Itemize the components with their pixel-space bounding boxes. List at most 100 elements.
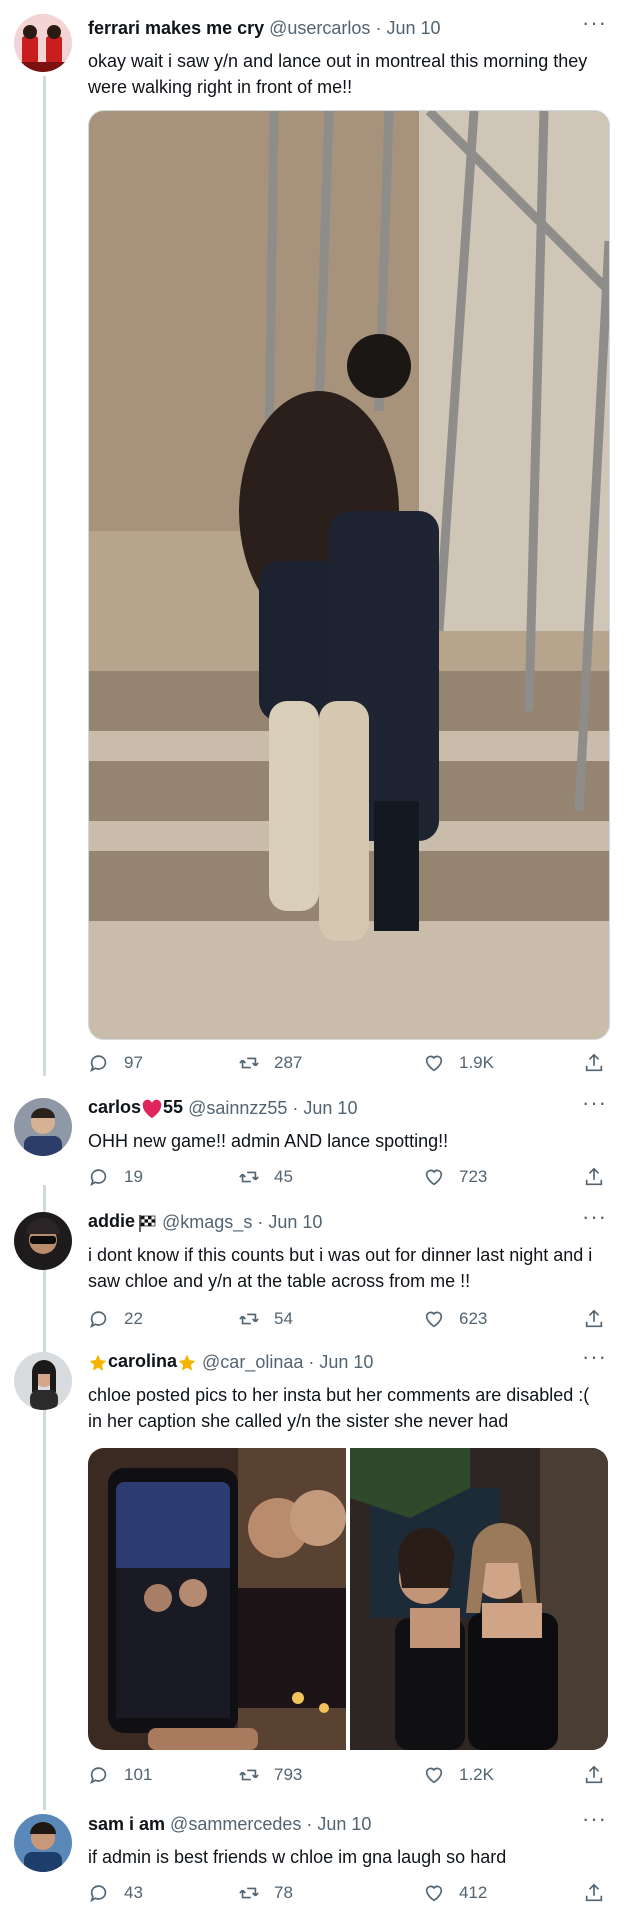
avatar[interactable] <box>14 1212 72 1270</box>
more-options-icon[interactable]: ··· <box>582 1204 607 1230</box>
display-name[interactable]: carlos 55 <box>88 1097 183 1118</box>
tweet-text: chloe posted pics to her insta but her c… <box>88 1385 590 1431</box>
retweet-button[interactable]: 45 <box>238 1166 293 1188</box>
tweet-actions: 43 78 412 <box>88 1882 608 1912</box>
reply-button[interactable]: 101 <box>88 1764 152 1786</box>
avatar[interactable] <box>14 1814 72 1872</box>
tweet-2[interactable]: carlos 55 @sainnzz55 · Jun 10 ··· OHH new… <box>0 1090 627 1206</box>
reply-icon <box>90 1169 107 1187</box>
avatar[interactable] <box>14 1352 72 1410</box>
retweet-icon <box>239 1313 259 1325</box>
retweet-count: 287 <box>274 1053 303 1072</box>
reply-button[interactable]: 22 <box>88 1308 143 1330</box>
timestamp[interactable]: Jun 10 <box>303 1098 357 1119</box>
heart-icon <box>425 1885 443 1902</box>
share-icon <box>585 1765 603 1784</box>
timestamp[interactable]: Jun 10 <box>319 1352 373 1373</box>
tweet-text: i dont know if this counts but i was out… <box>88 1245 593 1291</box>
tweet-actions: 101 793 1.2K <box>88 1764 608 1794</box>
tweet-photo-grid <box>88 1448 608 1750</box>
heart-icon <box>425 1055 443 1072</box>
like-button[interactable]: 723 <box>423 1166 487 1188</box>
avatar[interactable] <box>14 14 72 72</box>
reply-button[interactable]: 43 <box>88 1882 143 1904</box>
reply-button[interactable]: 97 <box>88 1052 143 1074</box>
tweet-5[interactable]: sam i am @sammercedes · Jun 10 ··· if ad… <box>0 1806 627 1920</box>
star-icon <box>89 1354 107 1371</box>
handle[interactable]: @kmags_s <box>162 1212 252 1233</box>
tweet-4[interactable]: carolina @car_olinaa · Jun 10 ··· chloe … <box>0 1344 627 1788</box>
like-button[interactable]: 1.2K <box>423 1764 494 1786</box>
display-name[interactable]: carolina <box>88 1351 197 1372</box>
display-name[interactable]: sam i am <box>88 1814 165 1835</box>
retweet-icon <box>239 1171 259 1183</box>
name-text: addie <box>88 1211 136 1232</box>
retweet-button[interactable]: 793 <box>238 1764 302 1786</box>
red-heart-icon <box>142 1099 162 1118</box>
tweet-actions: 22 54 623 <box>88 1308 608 1338</box>
separator: · <box>375 17 382 38</box>
more-options-icon[interactable]: ··· <box>582 1090 607 1116</box>
retweet-count: 54 <box>274 1309 293 1328</box>
heart-icon <box>425 1169 443 1186</box>
name-text: 55 <box>163 1097 184 1118</box>
like-button[interactable]: 623 <box>423 1308 487 1330</box>
retweet-icon <box>239 1057 259 1069</box>
tweet-1[interactable]: ferrari makes me cry @usercarlos · Jun 1… <box>0 0 627 1090</box>
heart-icon <box>425 1767 443 1784</box>
like-button[interactable]: 1.9K <box>423 1052 494 1074</box>
share-icon <box>585 1167 603 1186</box>
share-icon <box>585 1309 603 1328</box>
like-button[interactable]: 412 <box>423 1882 487 1904</box>
handle[interactable]: @sainnzz55 <box>188 1098 287 1119</box>
timestamp[interactable]: Jun 10 <box>317 1814 371 1835</box>
tweet-3[interactable]: addie @kmags_s · Jun 10 ··· i dont know … <box>0 1204 627 1348</box>
like-count: 723 <box>459 1167 488 1186</box>
reply-icon <box>90 1767 107 1785</box>
more-options-icon[interactable]: ··· <box>582 1806 607 1832</box>
display-name[interactable]: addie <box>88 1211 157 1232</box>
share-icon <box>585 1053 603 1072</box>
tweet-header: carlos 55 @sainnzz55 · Jun 10 <box>88 1094 607 1122</box>
handle[interactable]: @car_olinaa <box>202 1352 303 1373</box>
like-count: 412 <box>459 1883 488 1902</box>
retweet-icon <box>239 1769 259 1781</box>
reply-count: 19 <box>124 1167 143 1186</box>
display-name[interactable]: ferrari makes me cry <box>88 18 264 39</box>
share-button[interactable] <box>583 1764 619 1786</box>
tweet-actions: 97 287 1.9K <box>88 1052 608 1082</box>
tweet-photo[interactable] <box>350 1448 608 1750</box>
handle[interactable]: @usercarlos <box>269 18 370 39</box>
share-button[interactable] <box>583 1052 619 1074</box>
share-button[interactable] <box>583 1882 619 1904</box>
retweet-button[interactable]: 78 <box>238 1882 293 1904</box>
share-button[interactable] <box>583 1166 619 1188</box>
timestamp[interactable]: Jun 10 <box>386 18 440 39</box>
reply-count: 43 <box>124 1883 143 1902</box>
reply-count: 22 <box>124 1309 143 1328</box>
reply-icon <box>90 1311 107 1329</box>
separator: · <box>292 1097 299 1118</box>
tweet-header: carolina @car_olinaa · Jun 10 <box>88 1348 607 1376</box>
tweet-actions: 19 45 723 <box>88 1166 608 1196</box>
retweet-icon <box>239 1887 259 1899</box>
timestamp[interactable]: Jun 10 <box>268 1212 322 1233</box>
more-options-icon[interactable]: ··· <box>582 10 607 36</box>
share-icon <box>585 1883 603 1902</box>
retweet-count: 78 <box>274 1883 293 1902</box>
reply-button[interactable]: 19 <box>88 1166 143 1188</box>
checkered-flag-icon <box>139 1214 156 1232</box>
avatar[interactable] <box>14 1098 72 1156</box>
more-options-icon[interactable]: ··· <box>582 1344 607 1370</box>
retweet-count: 793 <box>274 1765 303 1784</box>
name-text: carlos <box>88 1097 142 1118</box>
handle[interactable]: @sammercedes <box>170 1814 301 1835</box>
share-button[interactable] <box>583 1308 619 1330</box>
tweet-photo[interactable] <box>88 1448 346 1750</box>
retweet-button[interactable]: 287 <box>238 1052 302 1074</box>
retweet-button[interactable]: 54 <box>238 1308 293 1330</box>
tweet-text: okay wait i saw y/n and lance out in mon… <box>88 51 588 97</box>
separator: · <box>306 1813 313 1834</box>
tweet-photo[interactable] <box>88 110 610 1040</box>
separator: · <box>308 1351 315 1372</box>
